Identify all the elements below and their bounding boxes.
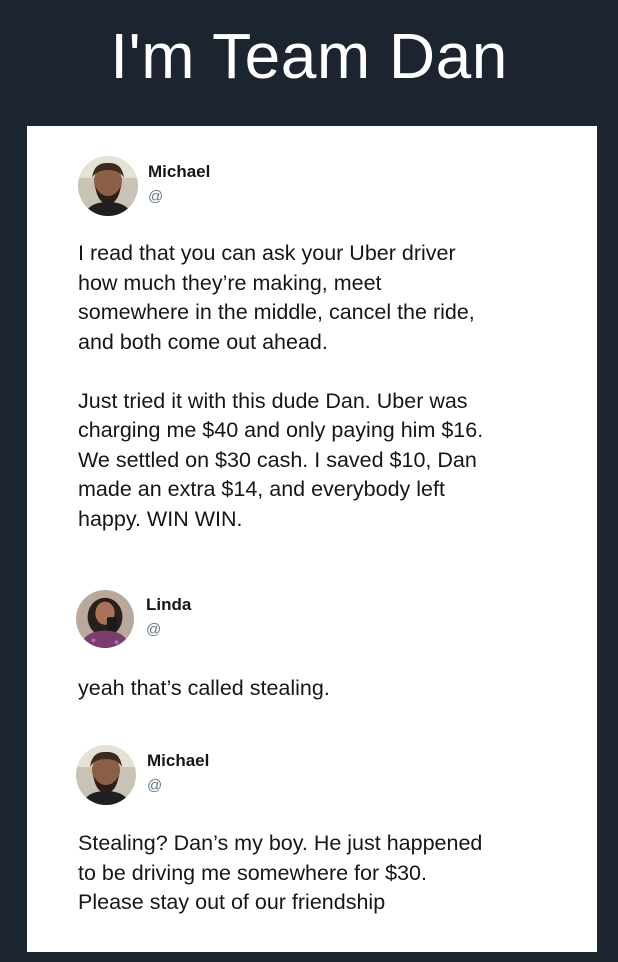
tweet-thread-card: Michael @ I read that you can ask your U… [27, 126, 597, 952]
author-name[interactable]: Michael [147, 751, 209, 771]
meme-title: I'm Team Dan [110, 20, 508, 92]
author-name[interactable]: Linda [146, 595, 191, 615]
bearded-man-avatar-icon[interactable] [76, 745, 136, 805]
tweet-text: yeah that’s called stealing. [78, 676, 330, 700]
author-handle[interactable]: @ [148, 188, 163, 205]
tweet-text: Stealing? Dan’s my boy. He just happened… [78, 831, 483, 914]
tweet-text: I read that you can ask your Uber driver… [78, 241, 484, 531]
author-handle[interactable]: @ [146, 621, 161, 638]
author-name[interactable]: Michael [148, 162, 210, 182]
author-handle[interactable]: @ [147, 777, 162, 794]
woman-selfie-avatar-icon[interactable] [76, 590, 134, 648]
bearded-man-avatar-icon[interactable] [78, 156, 138, 216]
